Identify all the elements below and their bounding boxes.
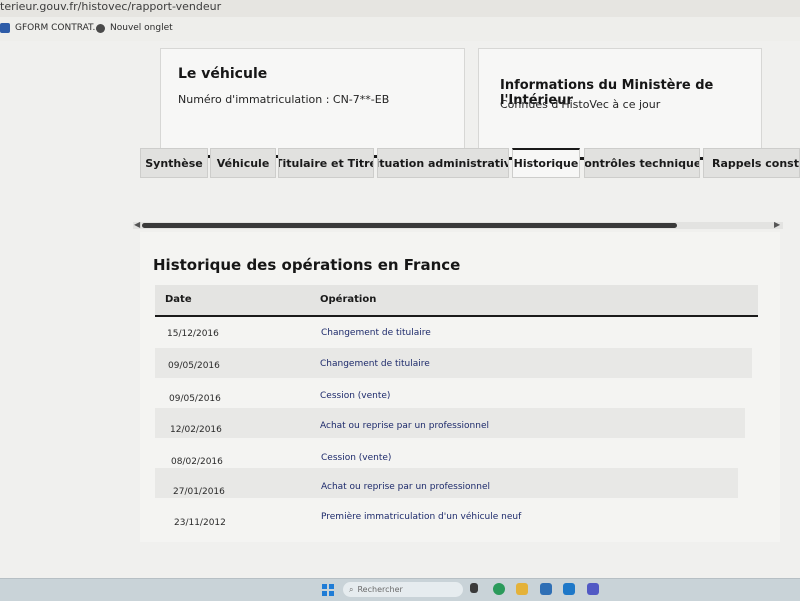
- tab-synthese[interactable]: Synthèse: [140, 148, 208, 178]
- table-header: Date Opération: [155, 285, 758, 317]
- store-icon[interactable]: [540, 583, 552, 595]
- scroll-right-icon[interactable]: ▶: [774, 220, 780, 229]
- address-bar[interactable]: terieur.gouv.fr/histovec/rapport-vendeur: [0, 0, 800, 17]
- history-title: Historique des opérations en France: [153, 256, 461, 274]
- tabs-scrollbar-thumb[interactable]: [142, 223, 677, 228]
- teams-icon[interactable]: [587, 583, 599, 595]
- search-icon: ⌕: [349, 584, 354, 594]
- table-row: 09/05/2016 Changement de titulaire: [155, 348, 752, 378]
- row-date: 23/11/2012: [174, 518, 226, 528]
- table-row: 08/02/2016 Cession (vente): [155, 440, 742, 470]
- folder-icon[interactable]: [516, 583, 528, 595]
- column-operation: Opération: [320, 294, 377, 305]
- bookmark-label: GFORM CONTRAT...: [15, 23, 102, 33]
- table-row: 23/11/2012 Première immatriculation d'un…: [155, 500, 735, 530]
- row-operation: Achat ou reprise par un professionnel: [320, 421, 489, 431]
- row-operation: Changement de titulaire: [320, 359, 430, 369]
- row-operation: Achat ou reprise par un professionnel: [321, 482, 490, 492]
- globe-icon: [96, 23, 105, 33]
- tab-rappels[interactable]: Rappels constru: [703, 148, 800, 178]
- tab-vehicule[interactable]: Véhicule: [210, 148, 276, 178]
- browser-icon[interactable]: [493, 583, 505, 595]
- row-operation: Cession (vente): [320, 391, 391, 401]
- taskbar: ⌕ Rechercher: [0, 578, 800, 601]
- tab-situation-administrative[interactable]: Situation administrative: [377, 148, 509, 178]
- ministry-card: Informations du Ministère de l'Intérieur…: [478, 48, 762, 160]
- table-row: 12/02/2016 Achat ou reprise par un profe…: [155, 408, 745, 438]
- bookmarks-bar: GFORM CONTRAT... Nouvel onglet: [0, 17, 800, 42]
- bookmark-new-tab[interactable]: Nouvel onglet: [96, 23, 173, 33]
- scroll-left-icon[interactable]: ◀: [134, 220, 140, 229]
- mail-icon[interactable]: [563, 583, 575, 595]
- tab-titulaire[interactable]: Titulaire et Titre: [278, 148, 374, 178]
- row-date: 15/12/2016: [167, 329, 219, 339]
- table-row: 15/12/2016 Changement de titulaire: [155, 318, 755, 348]
- bookmark-icon: [0, 23, 10, 33]
- vehicle-card: Le véhicule Numéro d'immatriculation : C…: [160, 48, 465, 158]
- row-date: 08/02/2016: [171, 457, 223, 467]
- row-operation: Changement de titulaire: [321, 328, 431, 338]
- row-date: 27/01/2016: [173, 487, 225, 497]
- plate-number: Numéro d'immatriculation : CN-7**-EB: [178, 93, 390, 106]
- row-operation: Cession (vente): [321, 453, 392, 463]
- search-placeholder: Rechercher: [357, 585, 403, 594]
- bookmark-label: Nouvel onglet: [110, 23, 173, 33]
- taskbar-search[interactable]: ⌕ Rechercher: [343, 582, 463, 597]
- column-date: Date: [165, 294, 192, 305]
- row-date: 09/05/2016: [169, 394, 221, 404]
- url-text: terieur.gouv.fr/histovec/rapport-vendeur: [0, 0, 222, 13]
- vehicle-card-title: Le véhicule: [178, 66, 268, 82]
- tab-bar: Synthèse Véhicule Titulaire et Titre Sit…: [138, 148, 800, 188]
- row-date: 09/05/2016: [168, 361, 220, 371]
- table-row: 27/01/2016 Achat ou reprise par un profe…: [155, 468, 738, 498]
- row-date: 12/02/2016: [170, 425, 222, 435]
- tab-historique[interactable]: Historique: [512, 148, 580, 178]
- table-row: 09/05/2016 Cession (vente): [155, 380, 749, 410]
- tab-controles-techniques[interactable]: Contrôles techniques: [584, 148, 700, 178]
- task-view-icon[interactable]: [470, 583, 478, 593]
- bookmark-gform[interactable]: GFORM CONTRAT...: [0, 23, 101, 33]
- row-operation: Première immatriculation d'un véhicule n…: [321, 512, 522, 522]
- windows-start-icon[interactable]: [322, 584, 334, 596]
- ministry-card-text: Connues d'HistoVec à ce jour: [500, 98, 661, 111]
